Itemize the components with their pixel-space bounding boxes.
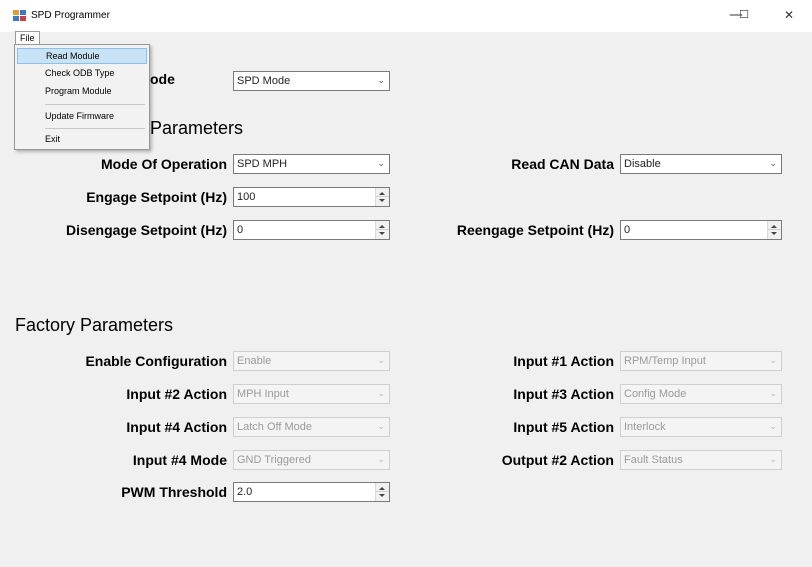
menu-item-update-firmware[interactable]: Update Firmware bbox=[17, 108, 147, 124]
input-4-action-select[interactable]: Latch Off Mode ⌄ bbox=[233, 417, 390, 437]
mode-of-operation-value: SPD MPH bbox=[237, 158, 288, 170]
input-4-mode-select[interactable]: GND Triggered ⌄ bbox=[233, 450, 390, 470]
input-2-action-select[interactable]: MPH Input ⌄ bbox=[233, 384, 390, 404]
file-dropdown-menu: Read Module Check ODB Type Program Modul… bbox=[14, 44, 150, 150]
mode-label: ode bbox=[150, 71, 175, 87]
chevron-down-icon: ⌄ bbox=[377, 76, 385, 86]
mode-select[interactable]: SPD Mode ⌄ bbox=[233, 71, 390, 91]
chevron-down-icon: ⌄ bbox=[769, 356, 777, 366]
enable-configuration-label: Enable Configuration bbox=[85, 353, 227, 369]
spinner-arrows-icon[interactable] bbox=[375, 221, 389, 239]
window-title: SPD Programmer bbox=[31, 10, 110, 21]
chevron-down-icon: ⌄ bbox=[377, 356, 385, 366]
input-4-action-value: Latch Off Mode bbox=[237, 421, 313, 433]
mode-select-value: SPD Mode bbox=[237, 75, 291, 87]
reengage-setpoint-label: Reengage Setpoint (Hz) bbox=[456, 222, 614, 238]
chevron-down-icon: ⌄ bbox=[769, 422, 777, 432]
input-2-action-label: Input #2 Action bbox=[126, 386, 227, 402]
input-5-action-value: Interlock bbox=[624, 421, 666, 433]
input-5-action-select[interactable]: Interlock ⌄ bbox=[620, 417, 782, 437]
read-can-data-value: Disable bbox=[624, 158, 661, 170]
menu-separator bbox=[45, 104, 145, 105]
close-button[interactable]: ✕ bbox=[766, 0, 812, 32]
read-can-data-label: Read CAN Data bbox=[511, 156, 614, 172]
spinner-arrows-icon[interactable] bbox=[375, 188, 389, 206]
input-2-action-value: MPH Input bbox=[237, 388, 289, 400]
input-1-action-label: Input #1 Action bbox=[513, 353, 614, 369]
output-2-action-value: Fault Status bbox=[624, 454, 683, 466]
engage-setpoint-input[interactable]: 100 bbox=[233, 187, 390, 207]
input-4-action-label: Input #4 Action bbox=[126, 419, 227, 435]
disengage-setpoint-input[interactable]: 0 bbox=[233, 220, 390, 240]
enable-configuration-select[interactable]: Enable ⌄ bbox=[233, 351, 390, 371]
input-1-action-select[interactable]: RPM/Temp Input ⌄ bbox=[620, 351, 782, 371]
title-bar: SPD Programmer — ☐ ✕ bbox=[0, 0, 812, 32]
mode-of-operation-select[interactable]: SPD MPH ⌄ bbox=[233, 154, 390, 174]
read-can-data-select[interactable]: Disable ⌄ bbox=[620, 154, 782, 174]
input-4-mode-label: Input #4 Mode bbox=[132, 452, 227, 468]
chevron-down-icon: ⌄ bbox=[769, 389, 777, 399]
reengage-setpoint-input[interactable]: 0 bbox=[620, 220, 782, 240]
input-3-action-value: Config Mode bbox=[624, 388, 687, 400]
menu-item-exit[interactable]: Exit bbox=[17, 131, 147, 147]
menu-file[interactable]: File bbox=[15, 31, 40, 45]
enable-configuration-value: Enable bbox=[237, 355, 272, 367]
engage-setpoint-value: 100 bbox=[237, 191, 256, 203]
output-2-action-select[interactable]: Fault Status ⌄ bbox=[620, 450, 782, 470]
mode-of-operation-label: Mode Of Operation bbox=[101, 156, 227, 172]
spinner-arrows-icon[interactable] bbox=[375, 483, 389, 501]
pwm-threshold-value: 2.0 bbox=[237, 486, 253, 498]
menu-separator bbox=[45, 128, 145, 129]
input-1-action-value: RPM/Temp Input bbox=[624, 355, 706, 367]
pwm-threshold-input[interactable]: 2.0 bbox=[233, 482, 390, 502]
input-4-mode-value: GND Triggered bbox=[237, 454, 311, 466]
chevron-down-icon: ⌄ bbox=[377, 455, 385, 465]
menu-item-program-module[interactable]: Program Module bbox=[17, 83, 147, 99]
input-3-action-select[interactable]: Config Mode ⌄ bbox=[620, 384, 782, 404]
parameters-section-title: Parameters bbox=[150, 118, 244, 138]
chevron-down-icon: ⌄ bbox=[769, 159, 777, 169]
input-5-action-label: Input #5 Action bbox=[513, 419, 614, 435]
chevron-down-icon: ⌄ bbox=[769, 455, 777, 465]
engage-setpoint-label: Engage Setpoint (Hz) bbox=[86, 189, 227, 205]
chevron-down-icon: ⌄ bbox=[377, 422, 385, 432]
spinner-arrows-icon[interactable] bbox=[767, 221, 781, 239]
disengage-setpoint-label: Disengage Setpoint (Hz) bbox=[65, 222, 227, 238]
menu-bar bbox=[0, 32, 812, 44]
input-3-action-label: Input #3 Action bbox=[513, 386, 614, 402]
chevron-down-icon: ⌄ bbox=[377, 389, 385, 399]
menu-item-read-module[interactable]: Read Module bbox=[17, 48, 147, 64]
factory-parameters-section-title: Factory Parameters bbox=[15, 315, 174, 335]
app-icon bbox=[13, 10, 26, 21]
maximize-button[interactable]: ☐ bbox=[721, 0, 767, 32]
menu-item-check-odb-type[interactable]: Check ODB Type bbox=[17, 65, 147, 81]
pwm-threshold-label: PWM Threshold bbox=[121, 484, 227, 500]
chevron-down-icon: ⌄ bbox=[377, 159, 385, 169]
output-2-action-label: Output #2 Action bbox=[501, 452, 614, 468]
disengage-setpoint-value: 0 bbox=[237, 224, 244, 236]
reengage-setpoint-value: 0 bbox=[624, 224, 631, 236]
